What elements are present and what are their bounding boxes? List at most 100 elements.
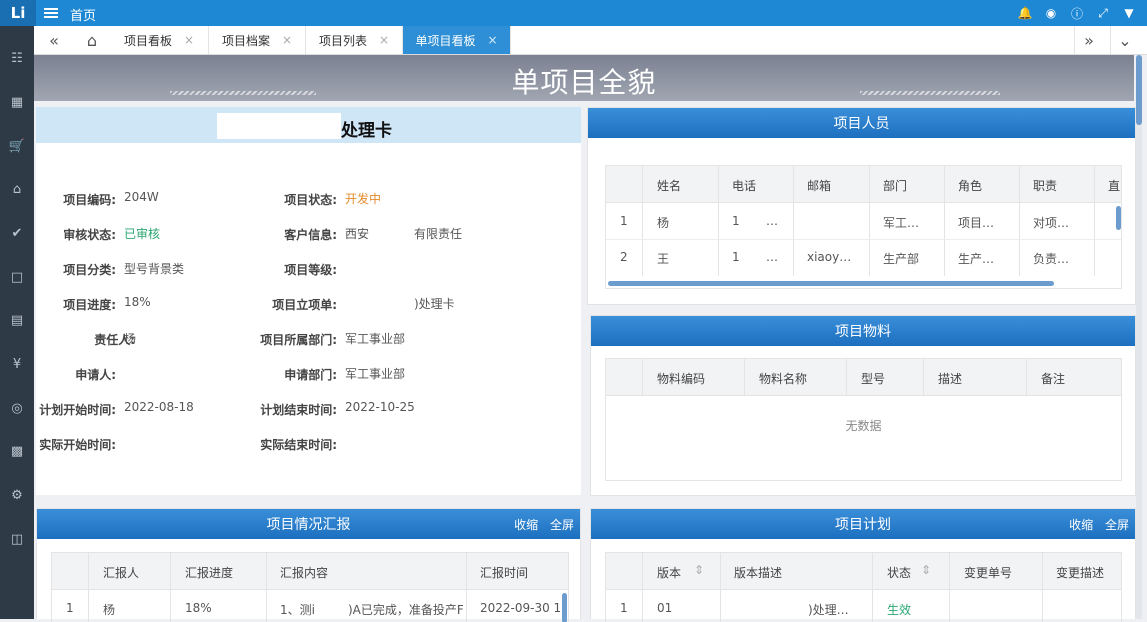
settings-icon[interactable]: ⚙ [7,485,27,505]
page-scrollbar[interactable] [1136,55,1142,619]
collapse-button[interactable]: 收缩 [514,518,538,532]
empty-placeholder: 无数据 [845,419,882,433]
sort-icon[interactable]: ⇕ [694,563,704,577]
column-header[interactable]: 电话 [732,177,756,194]
palette-icon[interactable]: ◉ [1043,5,1059,21]
info-icon[interactable]: ⓘ [1069,5,1085,21]
column-header[interactable]: 变更单号 [964,564,1012,581]
field-value: 军工事业部 [345,332,406,346]
apps-icon[interactable]: ▦ [7,92,27,112]
field-label: 责任人: [94,333,135,347]
fullscreen-icon[interactable]: ⤢ [1095,5,1111,21]
yen-icon[interactable]: ¥ [7,354,27,374]
menu-toggle-icon[interactable] [44,6,58,20]
column-header[interactable]: 版本描述 [734,564,782,581]
cell-phone: 1 [732,250,740,264]
field-value[interactable]: )处理卡 [414,295,455,312]
ledger-icon[interactable]: ▤ [7,310,27,330]
field-label: 项目分类: [63,263,116,277]
column-header[interactable]: 邮箱 [807,177,831,194]
collapse-button[interactable]: 收缩 [1069,518,1093,532]
cell-version: 01 [657,601,673,615]
cell-status: 生效 [887,603,912,617]
column-header[interactable]: 状态 [887,564,911,581]
tab-label: 项目列表 [318,33,367,48]
card-title: 处理卡 [341,121,392,141]
robot-icon[interactable]: ☷ [7,48,27,68]
column-header[interactable]: 备注 [1041,370,1065,387]
personnel-table: 姓名 电话 邮箱 部门 角色 职责 直 1 杨 1 … 军工… 项目… 对项… … [605,165,1122,289]
sort-icon[interactable]: ⇕ [921,563,931,577]
materials-panel: 项目物料 物料编码 物料名称 型号 描述 备注 无数据 [590,315,1136,496]
vertical-scrollbar[interactable] [1116,206,1121,230]
close-icon[interactable]: × [184,33,194,47]
materials-table: 物料编码 物料名称 型号 描述 备注 无数据 [605,358,1122,481]
column-header[interactable]: 描述 [938,370,962,387]
card-header: 处理卡 [36,107,581,143]
column-header[interactable]: 角色 [958,177,982,194]
fullscreen-button[interactable]: 全屏 [550,518,574,532]
tabs-menu-chevron-down-icon[interactable]: ⌄ [1110,26,1139,54]
cell-reporter: 杨 [103,603,116,617]
column-header[interactable]: 直 [1108,177,1120,194]
column-header[interactable]: 汇报时间 [480,564,528,581]
home-title[interactable]: 首页 [70,5,96,24]
tab-project-board[interactable]: 项目看板 × [110,26,209,54]
grid-icon[interactable]: ▩ [7,441,27,461]
cell-content-tail: )A已完成，准备投产F [348,603,463,617]
close-icon[interactable]: × [282,33,292,47]
cart-icon[interactable]: 🛒 [7,136,27,156]
plan-panel: 项目计划 收缩 全屏 版本 ⇕ 版本描述 状态 ⇕ 变更单号 变更描述 1 01… [590,508,1136,622]
tab-project-archive[interactable]: 项目档案 × [209,26,306,54]
column-header[interactable]: 汇报人 [103,564,139,581]
review-status-value: 已审核 [124,227,161,241]
column-header[interactable]: 物料名称 [759,370,807,387]
field-label: 审核状态: [63,228,116,242]
tab-bar: « ⌂ 项目看板 × 项目档案 × 项目列表 × 单项目看板 × » ⌄ [34,26,1147,55]
house-icon[interactable]: ⌂ [7,179,27,199]
field-label: 申请人: [75,368,116,382]
column-header[interactable]: 型号 [861,370,885,387]
cell-dept: 军工… [883,216,920,230]
tabs-scroll-left-icon[interactable]: « [40,26,68,54]
field-value: 18% [124,295,151,309]
column-header[interactable]: 汇报进度 [185,564,233,581]
panel-header: 项目计划 收缩 全屏 [591,509,1135,539]
page-banner: 单项目全貌 [34,55,1134,101]
medal-icon[interactable]: ◎ [7,398,27,418]
file-icon[interactable]: □ [7,267,27,287]
tab-single-project-board[interactable]: 单项目看板 × [403,26,511,54]
shield-check-icon[interactable]: ✔ [7,223,27,243]
fullscreen-button[interactable]: 全屏 [1105,518,1129,532]
column-header[interactable]: 物料编码 [657,370,705,387]
field-value: 型号背景类 [124,262,185,276]
app-logo[interactable]: Li [0,0,36,26]
cell-email: xiaoy… [807,250,852,264]
cell-role: 项目… [958,216,995,230]
cell-phone-tail: … [766,214,778,228]
column-header[interactable]: 版本 [657,564,681,581]
field-label: 计划结束时间: [260,403,337,417]
close-icon[interactable]: × [487,33,497,47]
column-header[interactable]: 部门 [883,177,907,194]
column-header[interactable]: 姓名 [657,177,681,194]
caret-down-icon[interactable]: ▼ [1121,5,1137,21]
tabs-scroll-right-icon[interactable]: » [1074,26,1103,54]
bell-icon[interactable]: 🔔 [1017,5,1033,21]
layers-icon[interactable]: ◫ [7,529,27,549]
cell-duty: 负责… [1033,252,1070,266]
close-icon[interactable]: × [379,33,389,47]
vertical-scrollbar[interactable] [562,593,567,622]
row-index: 1 [620,214,628,228]
column-header[interactable]: 变更描述 [1056,564,1104,581]
column-header[interactable]: 汇报内容 [280,564,328,581]
report-table: 汇报人 汇报进度 汇报内容 汇报时间 1 杨 18% 1、测i )A已完成，准备… [51,552,569,622]
column-header[interactable]: 职责 [1033,177,1057,194]
home-tab-icon[interactable]: ⌂ [78,26,106,54]
report-panel: 项目情况汇报 收缩 全屏 汇报人 汇报进度 汇报内容 汇报时间 1 杨 18% … [36,508,581,622]
panel-title: 项目计划 [835,517,891,533]
field-label: 项目立项单: [272,298,337,312]
tab-project-list[interactable]: 项目列表 × [306,26,403,54]
field-value: 2022-10-25 [345,400,415,414]
horizontal-scrollbar[interactable] [608,281,1054,286]
